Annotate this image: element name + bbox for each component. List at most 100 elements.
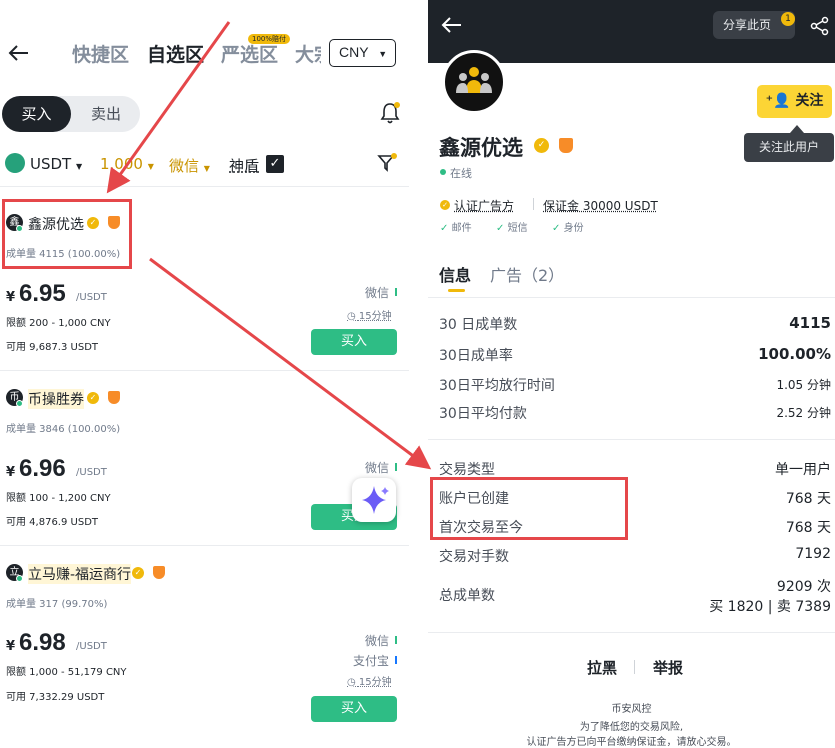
follow-button[interactable]: ⁺👤 关注	[757, 85, 832, 118]
verified-icon: ✓	[440, 200, 450, 210]
limit: 限额 200 - 1,000 CNY	[6, 318, 111, 329]
payment-method: 微信	[365, 286, 390, 300]
limit: 限额 1,000 - 51,179 CNY	[6, 667, 127, 678]
share-icon[interactable]	[810, 16, 830, 36]
currency-value: CNY	[339, 44, 369, 60]
stat-label: 30日成单率	[439, 348, 513, 364]
price-unit: /USDT	[76, 292, 107, 303]
divider	[533, 198, 534, 210]
divider	[428, 439, 835, 440]
filter-icon[interactable]	[377, 152, 399, 174]
footer-line: 认证广告方已向平台缴纳保证金，请放心交易。	[526, 737, 737, 748]
available: 可用 7,332.29 USDT	[6, 692, 105, 703]
verified-icon: ✓	[87, 392, 99, 404]
stat-label: 30日平均付款	[439, 406, 527, 422]
stat-label: 30 日成单数	[439, 317, 518, 333]
available: 可用 4,876.9 USDT	[6, 517, 99, 528]
caret-down-icon: ▼	[76, 162, 83, 171]
payment-filter-label: 微信	[169, 157, 200, 175]
total-label: 总成单数	[439, 588, 495, 604]
check-id: ✓ 身份	[552, 219, 584, 234]
check-email-label: 邮件	[451, 223, 472, 234]
caret-down-icon: ▼	[147, 162, 154, 171]
caret-down-icon: ▼	[203, 164, 210, 173]
back-arrow-icon[interactable]	[8, 44, 30, 62]
payment-method: 微信	[365, 634, 390, 648]
check-icon: ✓	[496, 223, 505, 234]
order-stats: 成单量 317 (99.70%)	[6, 599, 108, 610]
payment-method: 支付宝	[353, 654, 390, 668]
merchant-name: 鑫源优选	[439, 136, 523, 160]
merchant-name[interactable]: 币操胜券	[28, 389, 84, 409]
stat-label: 30日平均放行时间	[439, 378, 555, 394]
tab-select[interactable]: 严选区	[221, 40, 278, 67]
online-status: 在线	[450, 167, 472, 180]
payment-filter[interactable]: 微信 ▼	[169, 155, 210, 176]
tab-info[interactable]: 信息	[439, 262, 471, 286]
divider	[0, 370, 409, 371]
tab-ads[interactable]: 广告（2）	[490, 262, 564, 286]
back-arrow-icon[interactable]	[441, 16, 463, 34]
annotation-box	[430, 477, 628, 540]
price: 6.96	[19, 455, 66, 482]
divider	[0, 545, 409, 546]
footer-title: 币安风控	[611, 704, 652, 715]
annotation-box	[2, 199, 132, 269]
sparkle-icon	[362, 486, 389, 514]
payment-color-bar	[395, 656, 397, 664]
check-icon: ✓	[552, 223, 561, 234]
merchant-avatar	[442, 50, 506, 114]
shield-filter-label: 神盾	[229, 157, 260, 175]
tab-custom[interactable]: 自选区	[147, 40, 204, 67]
shield-badge-icon	[108, 391, 120, 404]
detail-value: 768 天	[785, 491, 831, 507]
payment-time: ◷ 15分钟	[347, 307, 392, 322]
tab-quick[interactable]: 快捷区	[72, 40, 129, 67]
follow-tooltip: 关注此用户	[744, 133, 834, 162]
divider	[428, 632, 835, 633]
buy-button[interactable]: 买入	[311, 696, 397, 722]
p2p-market-panel: 快捷区 自选区 严选区 100%赔付 大宗 CNY ▼ 买入 卖出 USDT ▼…	[0, 0, 409, 748]
order-stats: 成单量 3846 (100.00%)	[6, 424, 121, 435]
report-button[interactable]: 举报	[653, 657, 683, 678]
divider	[634, 660, 635, 674]
bell-icon[interactable]	[379, 101, 401, 125]
buy-button[interactable]: 买入	[311, 329, 397, 355]
stat-value: 100.00%	[758, 345, 831, 363]
payment-time-value: 15分钟	[358, 677, 392, 688]
detail-value: 7192	[795, 546, 831, 562]
total-value: 9209 次	[776, 579, 831, 595]
stat-value: 2.52 分钟	[776, 406, 831, 420]
total-breakdown: 买 1820 | 卖 7389	[709, 599, 831, 615]
payment-color-bar	[395, 463, 397, 471]
panel-gap	[409, 0, 428, 748]
shield-checkbox[interactable]: ✓	[266, 155, 284, 173]
payment-color-bar	[395, 636, 397, 644]
check-sms: ✓ 短信	[496, 219, 528, 234]
check-sms-label: 短信	[507, 223, 528, 234]
currency-select[interactable]: CNY ▼	[329, 39, 396, 67]
coin-filter[interactable]: USDT ▼	[30, 155, 82, 173]
segment-buy[interactable]: 买入	[2, 96, 71, 132]
price: 6.95	[19, 280, 66, 307]
online-dot	[440, 169, 446, 175]
payment-color-bar	[395, 288, 397, 296]
share-count-badge: 1	[781, 12, 795, 26]
divider	[0, 186, 409, 187]
ai-assistant-button[interactable]	[352, 478, 396, 522]
usdt-coin-icon	[5, 153, 25, 173]
merchant-name[interactable]: 立马赚-福运商行	[28, 564, 132, 584]
detail-value: 单一用户	[775, 462, 831, 478]
shield-badge-icon	[559, 138, 573, 153]
currency-symbol: ¥	[6, 639, 16, 654]
team-icon	[456, 67, 492, 93]
tab-block[interactable]: 大宗	[295, 40, 321, 67]
tooltip-arrow	[790, 125, 804, 133]
segment-sell[interactable]: 卖出	[74, 96, 138, 132]
payment-time-value: 15分钟	[358, 311, 392, 322]
payment-method: 微信	[365, 461, 390, 475]
caret-down-icon: ▼	[378, 49, 388, 59]
amount-filter[interactable]: 1,000 ▼	[100, 155, 154, 173]
block-button[interactable]: 拉黑	[587, 657, 617, 678]
check-icon: ✓	[440, 223, 449, 234]
